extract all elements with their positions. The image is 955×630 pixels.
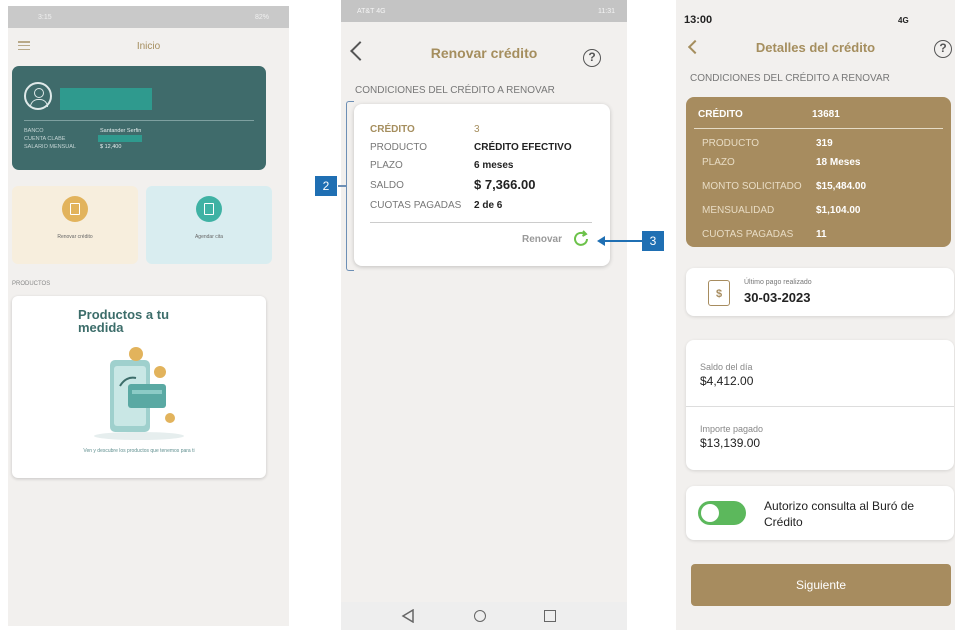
saldo-dia-value: $4,412.00 <box>700 374 754 388</box>
annotation-bracket <box>346 101 354 271</box>
last-payment-date: 30-03-2023 <box>744 290 811 305</box>
account-value-bank: Santander Serfin <box>100 128 142 134</box>
detalles-credito-screen: 13:00 4G Detalles del crédito ? CONDICIO… <box>676 0 955 630</box>
account-card: BANCO Santander Serfin CUENTA CLABE SALA… <box>12 66 266 170</box>
promo-card[interactable]: Productos a tu medida Ven y descubre los… <box>12 296 266 478</box>
producto-label: PRODUCTO <box>370 142 428 153</box>
plazo-value: 6 meses <box>474 160 514 171</box>
page-title: Detalles del crédito <box>755 40 876 55</box>
carrier-label: AT&T 4G <box>357 7 386 15</box>
monto-label: MONTO SOLICITADO <box>702 181 802 192</box>
section-label: CONDICIONES DEL CRÉDITO A RENOVAR <box>355 85 555 96</box>
annotation-label-2: 2 <box>315 176 337 196</box>
importe-pagado-label: Importe pagado <box>700 424 764 434</box>
promo-subtitle: Ven y descubre los productos que tenemos… <box>83 448 195 454</box>
buro-authorization-toggle[interactable] <box>698 501 746 525</box>
buro-authorization-card: Autorizo consulta al Buró de Crédito <box>686 486 954 540</box>
cuotas-value: 11 <box>816 229 827 240</box>
nav-home-icon[interactable] <box>474 610 486 622</box>
producto-value: CRÉDITO EFECTIVO <box>474 142 572 153</box>
last-payment-label: Último pago realizado <box>744 279 812 286</box>
producto-value: 319 <box>816 138 833 149</box>
divider <box>370 222 592 223</box>
mensualidad-value: $1,104.00 <box>816 205 861 216</box>
nav-recents-icon[interactable] <box>544 610 556 622</box>
credit-details-card: CRÉDITO 13681 PRODUCTO 319 PLAZO 18 Mese… <box>686 97 951 247</box>
battery-level: 82% <box>254 13 269 21</box>
saldo-label: SALDO <box>370 180 404 191</box>
saldo-dia-label: Saldo del día <box>700 362 753 372</box>
renovar-credito-tile[interactable]: Renovar crédito <box>12 186 138 264</box>
nav-back-icon[interactable] <box>401 609 415 623</box>
status-time: 13:00 <box>684 14 713 26</box>
divider <box>24 120 254 121</box>
siguiente-button[interactable]: Siguiente <box>691 564 951 606</box>
renovar-button[interactable]: Renovar <box>522 234 562 245</box>
account-label-salary: SALARIO MENSUAL <box>24 144 76 150</box>
status-time: 3:15 <box>38 13 52 21</box>
cuotas-label: CUOTAS PAGADAS <box>370 200 462 211</box>
status-time: 11:31 <box>598 7 615 15</box>
app-header: Inicio <box>8 28 289 64</box>
annotation-arrow-line <box>603 240 642 242</box>
producto-label: PRODUCTO <box>702 138 760 149</box>
cuotas-label: CUOTAS PAGADAS <box>702 229 794 240</box>
user-avatar-icon <box>24 82 52 110</box>
credito-label: CRÉDITO <box>698 109 743 120</box>
credit-card: CRÉDITO 3 PRODUCTO CRÉDITO EFECTIVO PLAZ… <box>354 104 610 266</box>
help-icon[interactable]: ? <box>934 40 952 58</box>
amounts-card: Saldo del día $4,412.00 Importe pagado $… <box>686 340 954 470</box>
annotation-label-3: 3 <box>642 231 664 251</box>
plazo-value: 18 Meses <box>816 157 861 168</box>
plazo-label: PLAZO <box>370 160 403 171</box>
help-icon[interactable]: ? <box>583 49 601 67</box>
credito-label: CRÉDITO <box>370 124 415 135</box>
status-bar: 3:15 82% <box>8 6 289 28</box>
cuotas-value: 2 de 6 <box>474 200 503 211</box>
credito-value: 3 <box>474 124 480 135</box>
redacted-name <box>60 88 152 110</box>
plazo-label: PLAZO <box>702 157 735 168</box>
account-label-clabe: CUENTA CLABE <box>24 136 66 142</box>
promo-title: Productos a tu medida <box>78 307 170 335</box>
account-label-bank: BANCO <box>24 128 44 134</box>
tile-label: Renovar crédito <box>57 234 93 240</box>
last-payment-card: $ Último pago realizado 30-03-2023 <box>686 268 954 316</box>
tile-label: Agendar cita <box>194 234 224 240</box>
calendar-icon <box>196 196 222 222</box>
page-title: Inicio <box>136 40 161 52</box>
monto-value: $15,484.00 <box>816 181 867 192</box>
divider <box>694 128 943 129</box>
promo-illustration <box>94 347 184 440</box>
agendar-cita-tile[interactable]: Agendar cita <box>146 186 272 264</box>
importe-pagado-value: $13,139.00 <box>700 436 761 450</box>
status-bar: AT&T 4G 11:31 <box>341 0 627 22</box>
android-nav-bar <box>341 602 627 630</box>
account-value-salary: $ 12,400 <box>100 144 122 150</box>
saldo-value: $ 7,366.00 <box>474 177 536 192</box>
section-label: CONDICIONES DEL CRÉDITO A RENOVAR <box>690 73 890 84</box>
receipt-icon: $ <box>708 280 730 306</box>
buro-authorization-text: Autorizo consulta al Buró de Crédito <box>764 499 915 529</box>
redacted-clabe <box>98 135 142 142</box>
divider <box>686 406 954 407</box>
mensualidad-label: MENSUALIDAD <box>702 205 775 216</box>
section-label: PRODUCTOS <box>12 281 51 287</box>
network-label: 4G <box>898 16 909 25</box>
credito-value: 13681 <box>812 109 840 120</box>
menu-icon[interactable] <box>18 41 30 50</box>
renovar-credito-screen: AT&T 4G 11:31 Renovar crédito ? CONDICIO… <box>341 0 627 630</box>
document-icon <box>62 196 88 222</box>
annotation-bracket-tick <box>338 185 346 187</box>
refresh-icon[interactable] <box>572 230 590 248</box>
